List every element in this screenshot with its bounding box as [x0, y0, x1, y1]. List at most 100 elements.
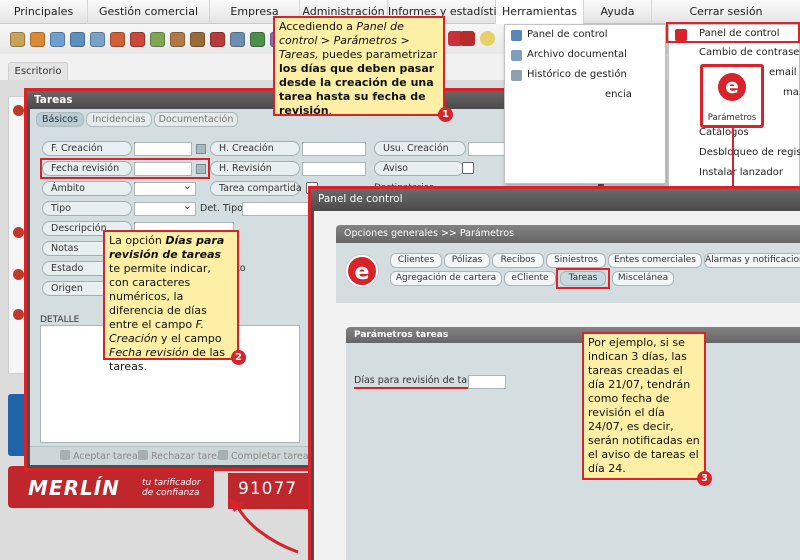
breadcrumb: Opciones generales >> Parámetros	[336, 225, 800, 243]
aceptar-tarea-button[interactable]: Aceptar tarea	[60, 450, 138, 462]
merlin-tagline: tu tarificador de confianza	[142, 478, 201, 498]
step-badge-2: 2	[231, 350, 246, 365]
step-badge-3: 3	[697, 471, 712, 486]
dias-revision-label: Días para revisión de tarea	[354, 375, 483, 389]
merlin-banner[interactable]: MERLÍN tu tarificador de confianza	[8, 466, 214, 508]
tab-siniestros[interactable]: Siniestros	[546, 253, 606, 268]
lightbulb-icon[interactable]	[480, 31, 495, 46]
parametros-tile[interactable]: e Parámetros	[700, 64, 764, 128]
panel-body: Opciones generales >> Parámetros e Clien…	[314, 211, 800, 560]
panel-control-highlight	[666, 22, 800, 43]
aviso-checkbox[interactable]	[462, 162, 474, 174]
panel-icon	[511, 30, 522, 41]
callout-2: La opción Días para revisión de tareas t…	[103, 230, 239, 373]
panel-control-window: Panel de control Opciones generales >> P…	[308, 186, 800, 560]
toolbar-icon[interactable]	[460, 31, 475, 46]
tab-incidencias[interactable]: Incidencias	[86, 112, 152, 127]
accept-icon	[60, 450, 70, 460]
tab-documentacion[interactable]: Documentación	[154, 112, 238, 127]
toolbar-icon[interactable]	[110, 31, 125, 47]
menu-item-archivo-documental[interactable]: Archivo documental	[505, 45, 665, 67]
alert-icon	[13, 309, 24, 320]
completar-tarea-button[interactable]: Completar tarea	[218, 450, 309, 462]
callout-3: Por ejemplo, si se indican 3 días, las t…	[582, 332, 706, 480]
tab-escritorio[interactable]: Escritorio	[8, 62, 68, 80]
toolbar-icon[interactable]	[150, 31, 165, 47]
connector-line	[732, 128, 734, 186]
curved-arrow-icon	[228, 498, 299, 554]
toolbar-icon[interactable]	[190, 31, 205, 47]
tipo-label: Tipo	[42, 201, 132, 216]
submenu-cambio-contrasena[interactable]: Cambio de contraseña	[699, 47, 800, 58]
tab-ecliente[interactable]: eCliente	[504, 271, 556, 286]
aviso-label: Aviso	[374, 161, 464, 176]
h-revision-label: H. Revisión	[210, 161, 300, 176]
options-area: e Clientes Pólizas Recibos Siniestros En…	[336, 243, 800, 303]
usu-creacion-label: Usu. Creación	[374, 141, 466, 156]
menu-item-partial[interactable]: encia	[505, 85, 665, 107]
tab-recibos[interactable]: Recibos	[492, 253, 544, 268]
parametros-label: Parámetros	[707, 113, 757, 123]
tarea-compartida-label: Tarea compartida	[210, 181, 302, 196]
e-logo-icon: e	[718, 73, 746, 101]
reject-icon	[138, 450, 148, 460]
h-creacion-input[interactable]	[302, 142, 366, 156]
ambito-select[interactable]	[134, 179, 196, 196]
menu-item-panel-control[interactable]: Panel de control	[505, 25, 665, 47]
rechazar-tarea-button[interactable]: Rechazar tarea	[138, 450, 223, 462]
fecha-revision-highlight	[40, 158, 210, 179]
dias-revision-input[interactable]	[468, 375, 506, 389]
tipo-select[interactable]	[134, 199, 196, 216]
submenu-partial[interactable]: ma	[783, 87, 799, 98]
toolbar-icon[interactable]	[230, 31, 245, 47]
h-revision-input[interactable]	[302, 162, 366, 176]
f-creacion-input[interactable]	[134, 142, 192, 156]
toolbar-icon[interactable]	[170, 31, 185, 47]
menu-item-historico[interactable]: Histórico de gestión	[505, 65, 665, 87]
e-logo-icon: e	[346, 255, 378, 287]
tab-miscelanea[interactable]: Miscelánea	[612, 271, 674, 286]
archive-icon	[511, 50, 522, 61]
submenu-desbloqueo[interactable]: Desbloqueo de registro	[699, 147, 800, 158]
tab-polizas[interactable]: Pólizas	[444, 253, 490, 268]
panel-title: Panel de control	[311, 189, 800, 209]
alert-icon	[13, 227, 24, 238]
menu-ayuda[interactable]: Ayuda	[584, 0, 652, 24]
ambito-label: Ámbito	[42, 181, 132, 196]
toolbar-icon[interactable]	[70, 31, 85, 47]
h-creacion-label: H. Creación	[210, 141, 300, 156]
menu-cerrar-sesion[interactable]: Cerrar sesión	[652, 0, 800, 24]
toolbar-icon[interactable]	[30, 31, 45, 47]
detalle-label: DETALLE	[40, 315, 80, 325]
submenu-instalar-lanzador[interactable]: Instalar lanzador	[699, 167, 783, 178]
complete-icon	[218, 450, 228, 460]
toolbar-icon[interactable]	[210, 31, 225, 47]
det-tipo-label: Det. Tipo	[200, 203, 243, 214]
parametros-tareas-title: Parámetros tareas	[346, 327, 800, 343]
tareas-tab-highlight	[556, 268, 610, 289]
tab-clientes[interactable]: Clientes	[390, 253, 442, 268]
tab-agregacion-cartera[interactable]: Agregación de cartera	[390, 271, 502, 286]
history-icon	[511, 70, 522, 81]
parametros-tareas-body: Días para revisión de tarea	[346, 343, 800, 560]
toolbar-icon[interactable]	[90, 31, 105, 47]
det-tipo-input[interactable]	[242, 202, 312, 216]
tab-basicos[interactable]: Básicos	[36, 112, 84, 127]
alert-icon	[13, 269, 24, 280]
toolbar-icon[interactable]	[50, 31, 65, 47]
tab-alarmas[interactable]: Alarmas y notificaciones	[704, 253, 800, 268]
menu-principales[interactable]: Principales	[0, 0, 88, 24]
f-creacion-label: F. Creación	[42, 141, 132, 156]
submenu-catalogos[interactable]: Catálogos	[699, 127, 749, 138]
toolbar-icon[interactable]	[10, 31, 25, 47]
menu-herramientas[interactable]: Herramientas	[496, 0, 584, 24]
herramientas-dropdown: Panel de control Archivo documental Hist…	[504, 24, 666, 184]
toolbar-icon[interactable]	[250, 31, 265, 47]
merlin-logo: MERLÍN	[28, 476, 120, 500]
step-badge-1: 1	[438, 107, 453, 122]
menu-gestion-comercial[interactable]: Gestión comercial	[88, 0, 210, 24]
toolbar-icon[interactable]	[130, 31, 145, 47]
tab-entes-comerciales[interactable]: Entes comerciales	[608, 253, 702, 268]
calendar-icon[interactable]	[196, 144, 206, 154]
submenu-email[interactable]: email	[769, 67, 797, 78]
